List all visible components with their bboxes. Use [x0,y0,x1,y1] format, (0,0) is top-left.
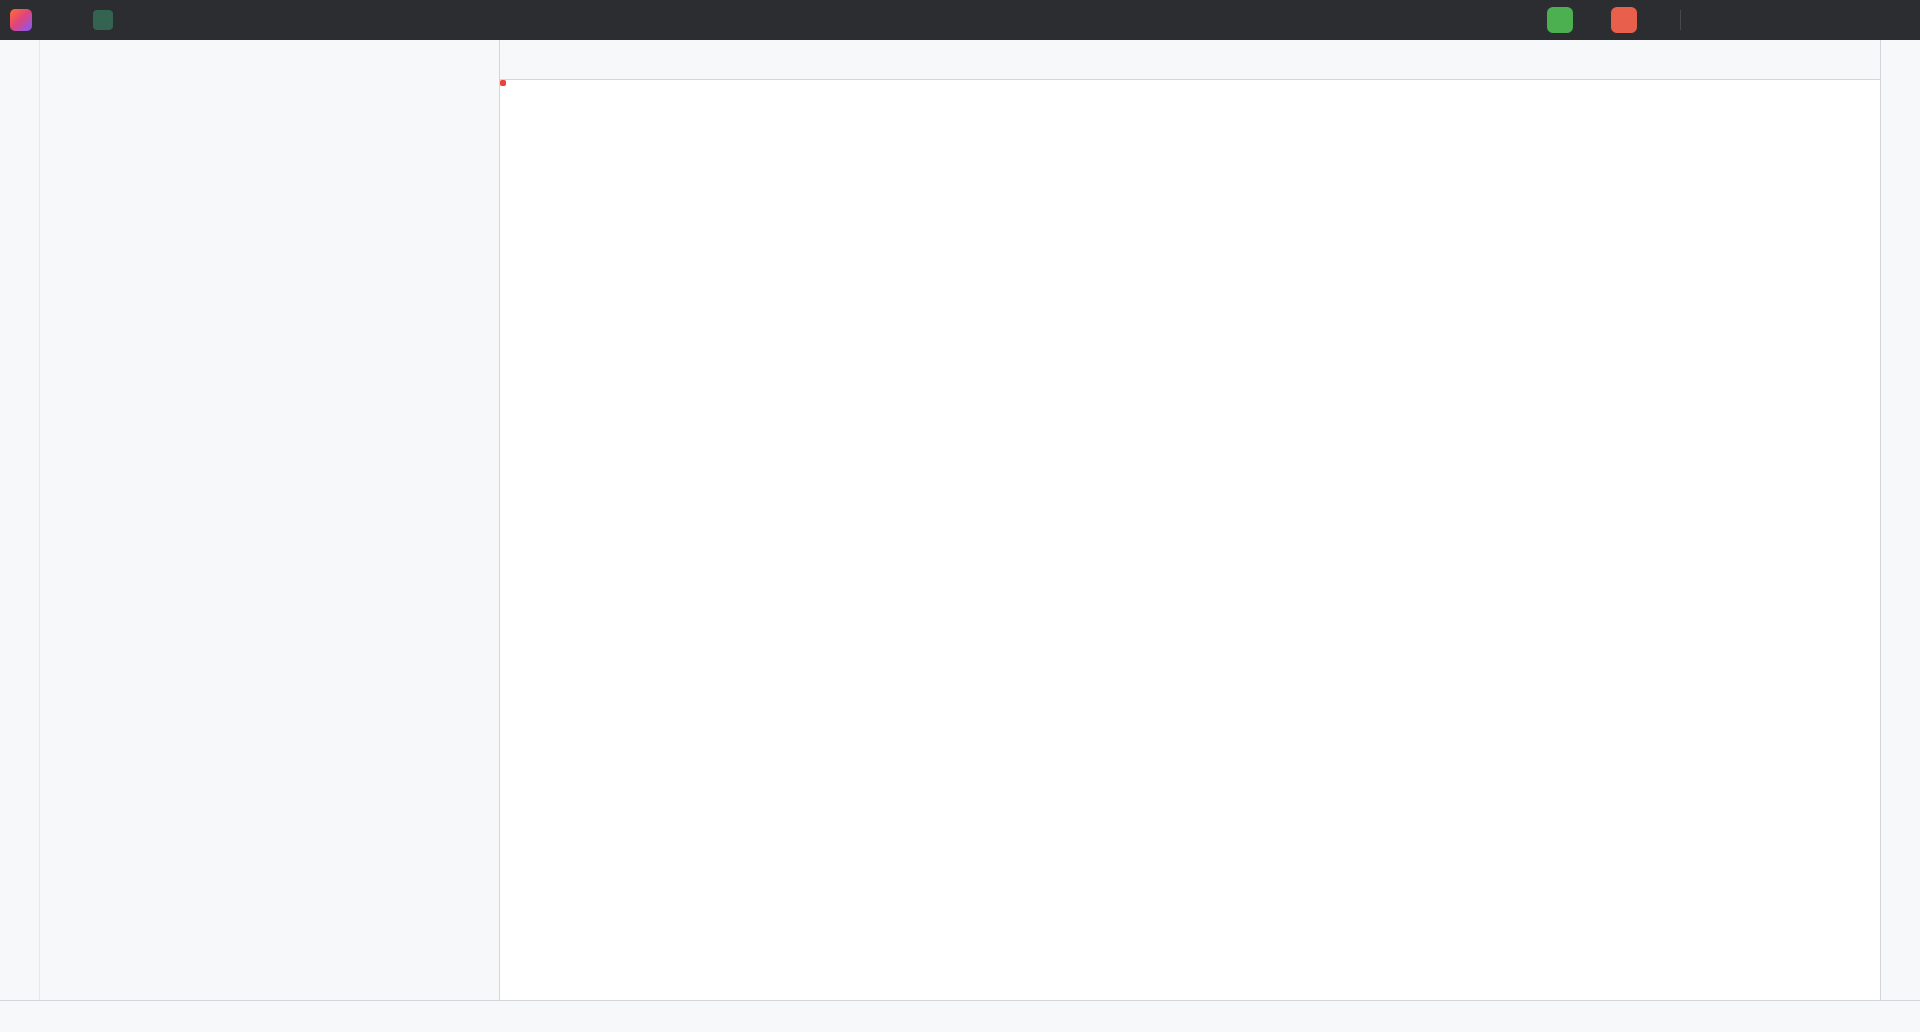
vcs-widget[interactable] [144,16,164,24]
code-editor[interactable] [500,80,1880,1000]
right-tool-strip [1880,40,1920,1000]
inspections-widget[interactable] [1832,85,1858,89]
title-bar [0,0,1920,40]
project-widget[interactable] [86,6,132,34]
stop-button[interactable] [1611,7,1637,33]
main-menu-button[interactable] [44,6,74,34]
settings-button[interactable] [1758,6,1788,34]
project-tool-window [40,40,500,1000]
search-everywhere-button[interactable] [1724,6,1754,34]
editor-scrollbar[interactable] [1866,80,1880,1000]
divider [1680,10,1681,30]
debug-button[interactable] [1577,6,1607,34]
project-tree [40,76,499,1000]
more-actions-button[interactable] [1641,6,1671,34]
editor-zone [500,40,1880,1000]
run-button[interactable] [1547,7,1573,33]
code-with-me-button[interactable] [1690,6,1720,34]
status-bar [0,1000,1920,1032]
intellij-logo-icon [10,9,32,31]
project-panel-header[interactable] [40,40,499,76]
minimize-button[interactable] [1792,0,1830,40]
run-configuration-widget[interactable] [1519,17,1543,23]
editor-tab-bar [500,40,1880,80]
close-button[interactable] [1876,0,1914,40]
left-tool-strip [0,40,40,1000]
code-lines [500,80,1880,1000]
main-area [0,40,1920,1000]
project-badge [93,10,113,30]
tab-bar-actions [1862,40,1876,77]
maximize-button[interactable] [1834,0,1872,40]
